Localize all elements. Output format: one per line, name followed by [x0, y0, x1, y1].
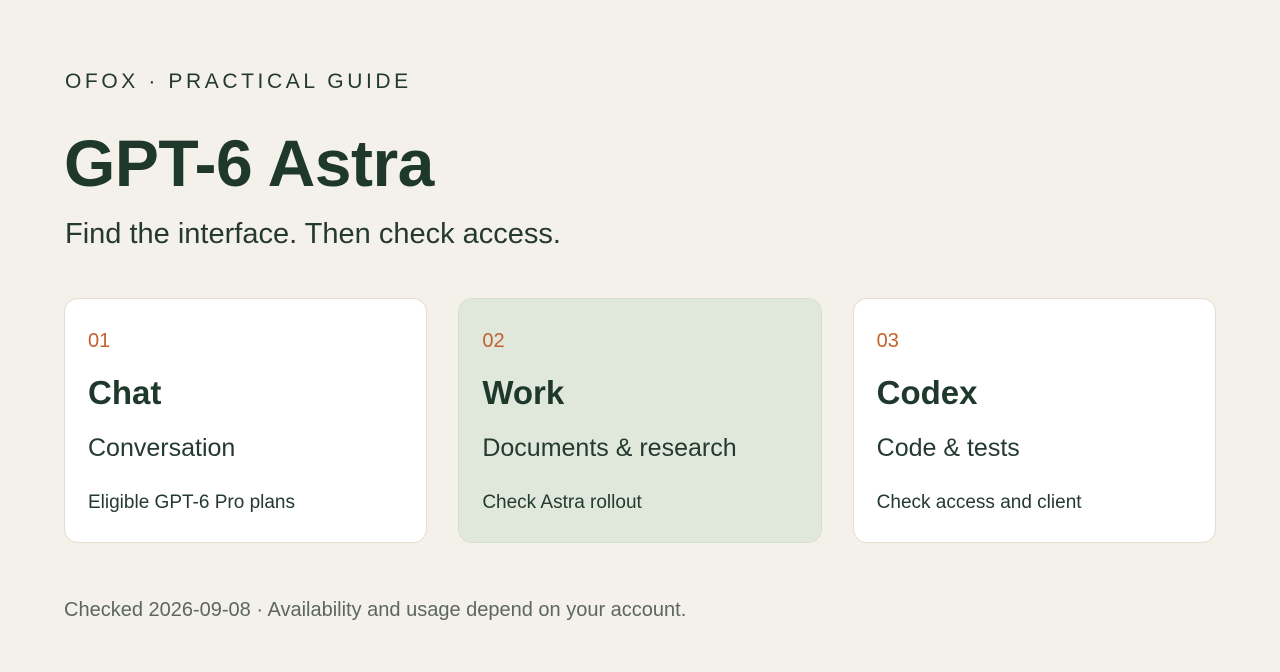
guide-page: OFOX · PRACTICAL GUIDE GPT-6 Astra Find … — [64, 0, 1216, 672]
card-description: Documents & research — [482, 434, 737, 462]
card-title: Codex — [876, 374, 978, 411]
card-number: 01 — [88, 330, 111, 352]
card-note: Eligible GPT-6 Pro plans — [88, 492, 295, 513]
card-note: Check access and client — [876, 492, 1082, 513]
interface-cards: 01 Chat Conversation Eligible GPT-6 Pro … — [64, 298, 1216, 543]
card-chat: 01 Chat Conversation Eligible GPT-6 Pro … — [64, 298, 428, 543]
card-note: Check Astra rollout — [482, 492, 642, 513]
eyebrow-label: OFOX · PRACTICAL GUIDE — [65, 70, 412, 93]
page-subtitle: Find the interface. Then check access. — [65, 218, 561, 250]
card-work: 02 Work Documents & research Check Astra… — [458, 298, 822, 543]
card-title: Work — [482, 374, 565, 411]
page-title: GPT-6 Astra — [64, 126, 434, 200]
card-title: Chat — [88, 374, 162, 411]
card-codex: 03 Codex Code & tests Check access and c… — [852, 298, 1216, 543]
footer-note: Checked 2026-09-08 · Availability and us… — [64, 599, 687, 621]
card-description: Code & tests — [876, 434, 1020, 462]
card-number: 02 — [482, 330, 505, 352]
card-number: 03 — [876, 330, 899, 352]
card-description: Conversation — [88, 434, 236, 462]
